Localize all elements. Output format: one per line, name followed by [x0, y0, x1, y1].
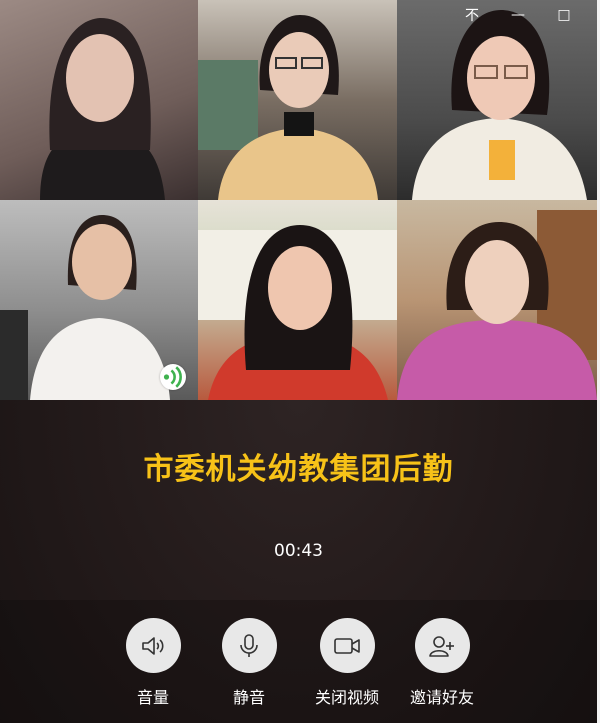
- video-off-label: 关闭视频: [314, 688, 379, 707]
- volume-button-circle[interactable]: [125, 618, 181, 673]
- participant-figure-5: [198, 225, 397, 400]
- participant-video-5[interactable]: [198, 200, 397, 400]
- add-user-icon: [429, 635, 454, 657]
- call-timer: 00:43: [274, 541, 323, 561]
- participant-video-1[interactable]: [0, 0, 198, 200]
- sound-wave-icon: [163, 366, 182, 388]
- window-controls: 不 — □: [449, 4, 587, 26]
- mute-button-circle[interactable]: [221, 618, 277, 673]
- participant-video-4[interactable]: [0, 200, 198, 400]
- minimize-button[interactable]: —: [495, 4, 541, 26]
- volume-button[interactable]: 音量: [98, 618, 208, 708]
- speaking-indicator: [160, 364, 186, 390]
- participant-figure-3: [412, 10, 587, 200]
- call-group-name: 市委机关幼教集团后勤: [143, 452, 454, 487]
- call-control-bar: 音量 静音 关闭视频 邀请好友: [0, 600, 597, 723]
- invite-button[interactable]: 邀请好友: [387, 618, 497, 708]
- participant-video-grid: 不 — □: [0, 0, 597, 400]
- mute-button[interactable]: 静音: [194, 618, 304, 708]
- video-call-window: 不 — □ 市委机关幼教集团后勤 00:43 音量 静音 关闭视频 邀请好友: [0, 0, 597, 723]
- video-camera-icon: [334, 637, 360, 654]
- mute-label: 静音: [232, 688, 265, 707]
- video-off-button-circle[interactable]: [319, 618, 375, 673]
- microphone-icon: [240, 633, 258, 657]
- participant-figure-6: [397, 210, 597, 400]
- participant-figure-2: [198, 15, 378, 200]
- participant-video-2[interactable]: [198, 0, 397, 200]
- participant-video-3[interactable]: 不 — □: [397, 0, 597, 200]
- invite-button-circle[interactable]: [414, 618, 470, 673]
- invite-label: 邀请好友: [409, 688, 474, 707]
- participant-video-6[interactable]: [397, 200, 597, 400]
- maximize-button[interactable]: □: [541, 4, 587, 26]
- volume-label: 音量: [136, 688, 169, 707]
- video-off-button[interactable]: 关闭视频: [292, 618, 402, 708]
- speaker-icon: [142, 636, 164, 655]
- participant-figure-1: [40, 18, 165, 200]
- pin-button[interactable]: 不: [449, 4, 495, 26]
